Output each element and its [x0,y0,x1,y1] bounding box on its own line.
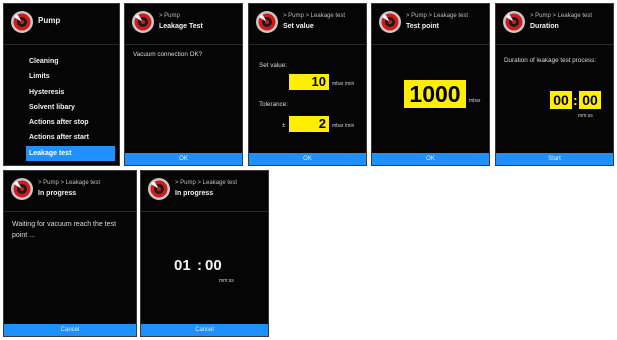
breadcrumb: > Pump > Leakage test [175,180,238,186]
pump-logo-icon [10,177,34,201]
pump-logo-icon [378,10,402,34]
menu-item-limits[interactable]: Limits [26,69,115,84]
tolerance-label: Tolerance: [259,101,289,108]
set-value-label: Set value: [259,62,288,69]
set-value-field[interactable]: 10 [289,74,329,90]
time-separator: : [573,92,578,108]
pump-menu: Cleaning Limits Hysteresis Solvent libar… [26,54,115,162]
screen-header: > Pump Leakage Test [125,4,242,45]
pump-logo-icon [502,10,526,34]
menu-item-actions-after-start[interactable]: Actions after start [26,130,115,145]
screen-title: Pump [38,16,61,25]
screen-title: Test point [406,23,439,30]
cancel-button[interactable]: Cancel [141,324,268,336]
breadcrumb: > Pump > Leakage test [283,13,346,19]
screen-title: Leakage Test [159,23,203,30]
screen-title: In progress [175,190,214,197]
menu-item-cleaning[interactable]: Cleaning [26,54,115,69]
tolerance-field[interactable]: 2 [289,116,329,132]
screen-header: > Pump > Leakage test Set value [249,4,366,45]
pump-logo-icon [131,10,155,34]
start-button[interactable]: Start [496,153,613,165]
screen-header: > Pump > Leakage test Duration [496,4,613,45]
cancel-button[interactable]: Cancel [4,324,136,336]
screen-test-point: > Pump > Leakage test Test point 1000 mb… [371,3,490,166]
duration-minutes-field[interactable]: 00 [550,91,572,109]
screen-title: Set value [283,23,314,30]
menu-item-hysteresis[interactable]: Hysteresis [26,85,115,100]
tolerance-prefix: ± [282,122,286,129]
breadcrumb: > Pump [159,13,180,19]
tolerance-unit: mbar /min [332,123,355,129]
waiting-message: Waiting for vacuum reach the test point … [12,221,117,239]
test-point-unit: mbar [469,98,481,104]
elapsed-seconds: 00 [205,257,222,274]
set-value-unit: mbar /min [332,81,355,87]
pump-logo-icon [255,10,279,34]
menu-item-solvent-library[interactable]: Solvent libary [26,100,115,115]
duration-description: Duration of leakage test process: [504,57,597,64]
pump-logo-icon [147,177,171,201]
ok-button[interactable]: OK [249,153,366,165]
duration-seconds-field[interactable]: 00 [579,91,601,109]
menu-item-actions-after-stop[interactable]: Actions after stop [26,115,115,130]
screen-pump-menu: Pump Cleaning Limits Hysteresis Solvent … [3,3,120,166]
ok-button[interactable]: OK [372,153,489,165]
duration-unit: mm:ss [578,113,593,119]
screen-header: > Pump > Leakage test In progress [4,171,136,212]
screen-header: Pump [4,4,119,45]
screen-title: In progress [38,190,77,197]
screen-header: > Pump > Leakage test In progress [141,171,268,212]
menu-item-leakage-test[interactable]: Leakage test [26,145,115,162]
screen-header: > Pump > Leakage test Test point [372,4,489,45]
screen-set-value: > Pump > Leakage test Set value Set valu… [248,3,367,166]
screen-in-progress-waiting: > Pump > Leakage test In progress Waitin… [3,170,137,337]
test-point-field[interactable]: 1000 [404,80,466,108]
screen-duration: > Pump > Leakage test Duration Duration … [495,3,614,166]
ok-button[interactable]: OK [125,153,242,165]
elapsed-minutes: 01 [174,257,191,274]
screen-title: Duration [530,23,559,30]
time-separator: : [197,257,202,274]
breadcrumb: > Pump > Leakage test [406,13,469,19]
breadcrumb: > Pump > Leakage test [530,13,593,19]
pump-logo-icon [10,10,34,34]
elapsed-unit: mm:ss [219,278,234,284]
vacuum-question: Vacuum connection OK? [133,51,203,58]
screen-in-progress-timer: > Pump > Leakage test In progress 01 : 0… [140,170,269,337]
breadcrumb: > Pump > Leakage test [38,180,101,186]
screen-leakage-test: > Pump Leakage Test Vacuum connection OK… [124,3,243,166]
